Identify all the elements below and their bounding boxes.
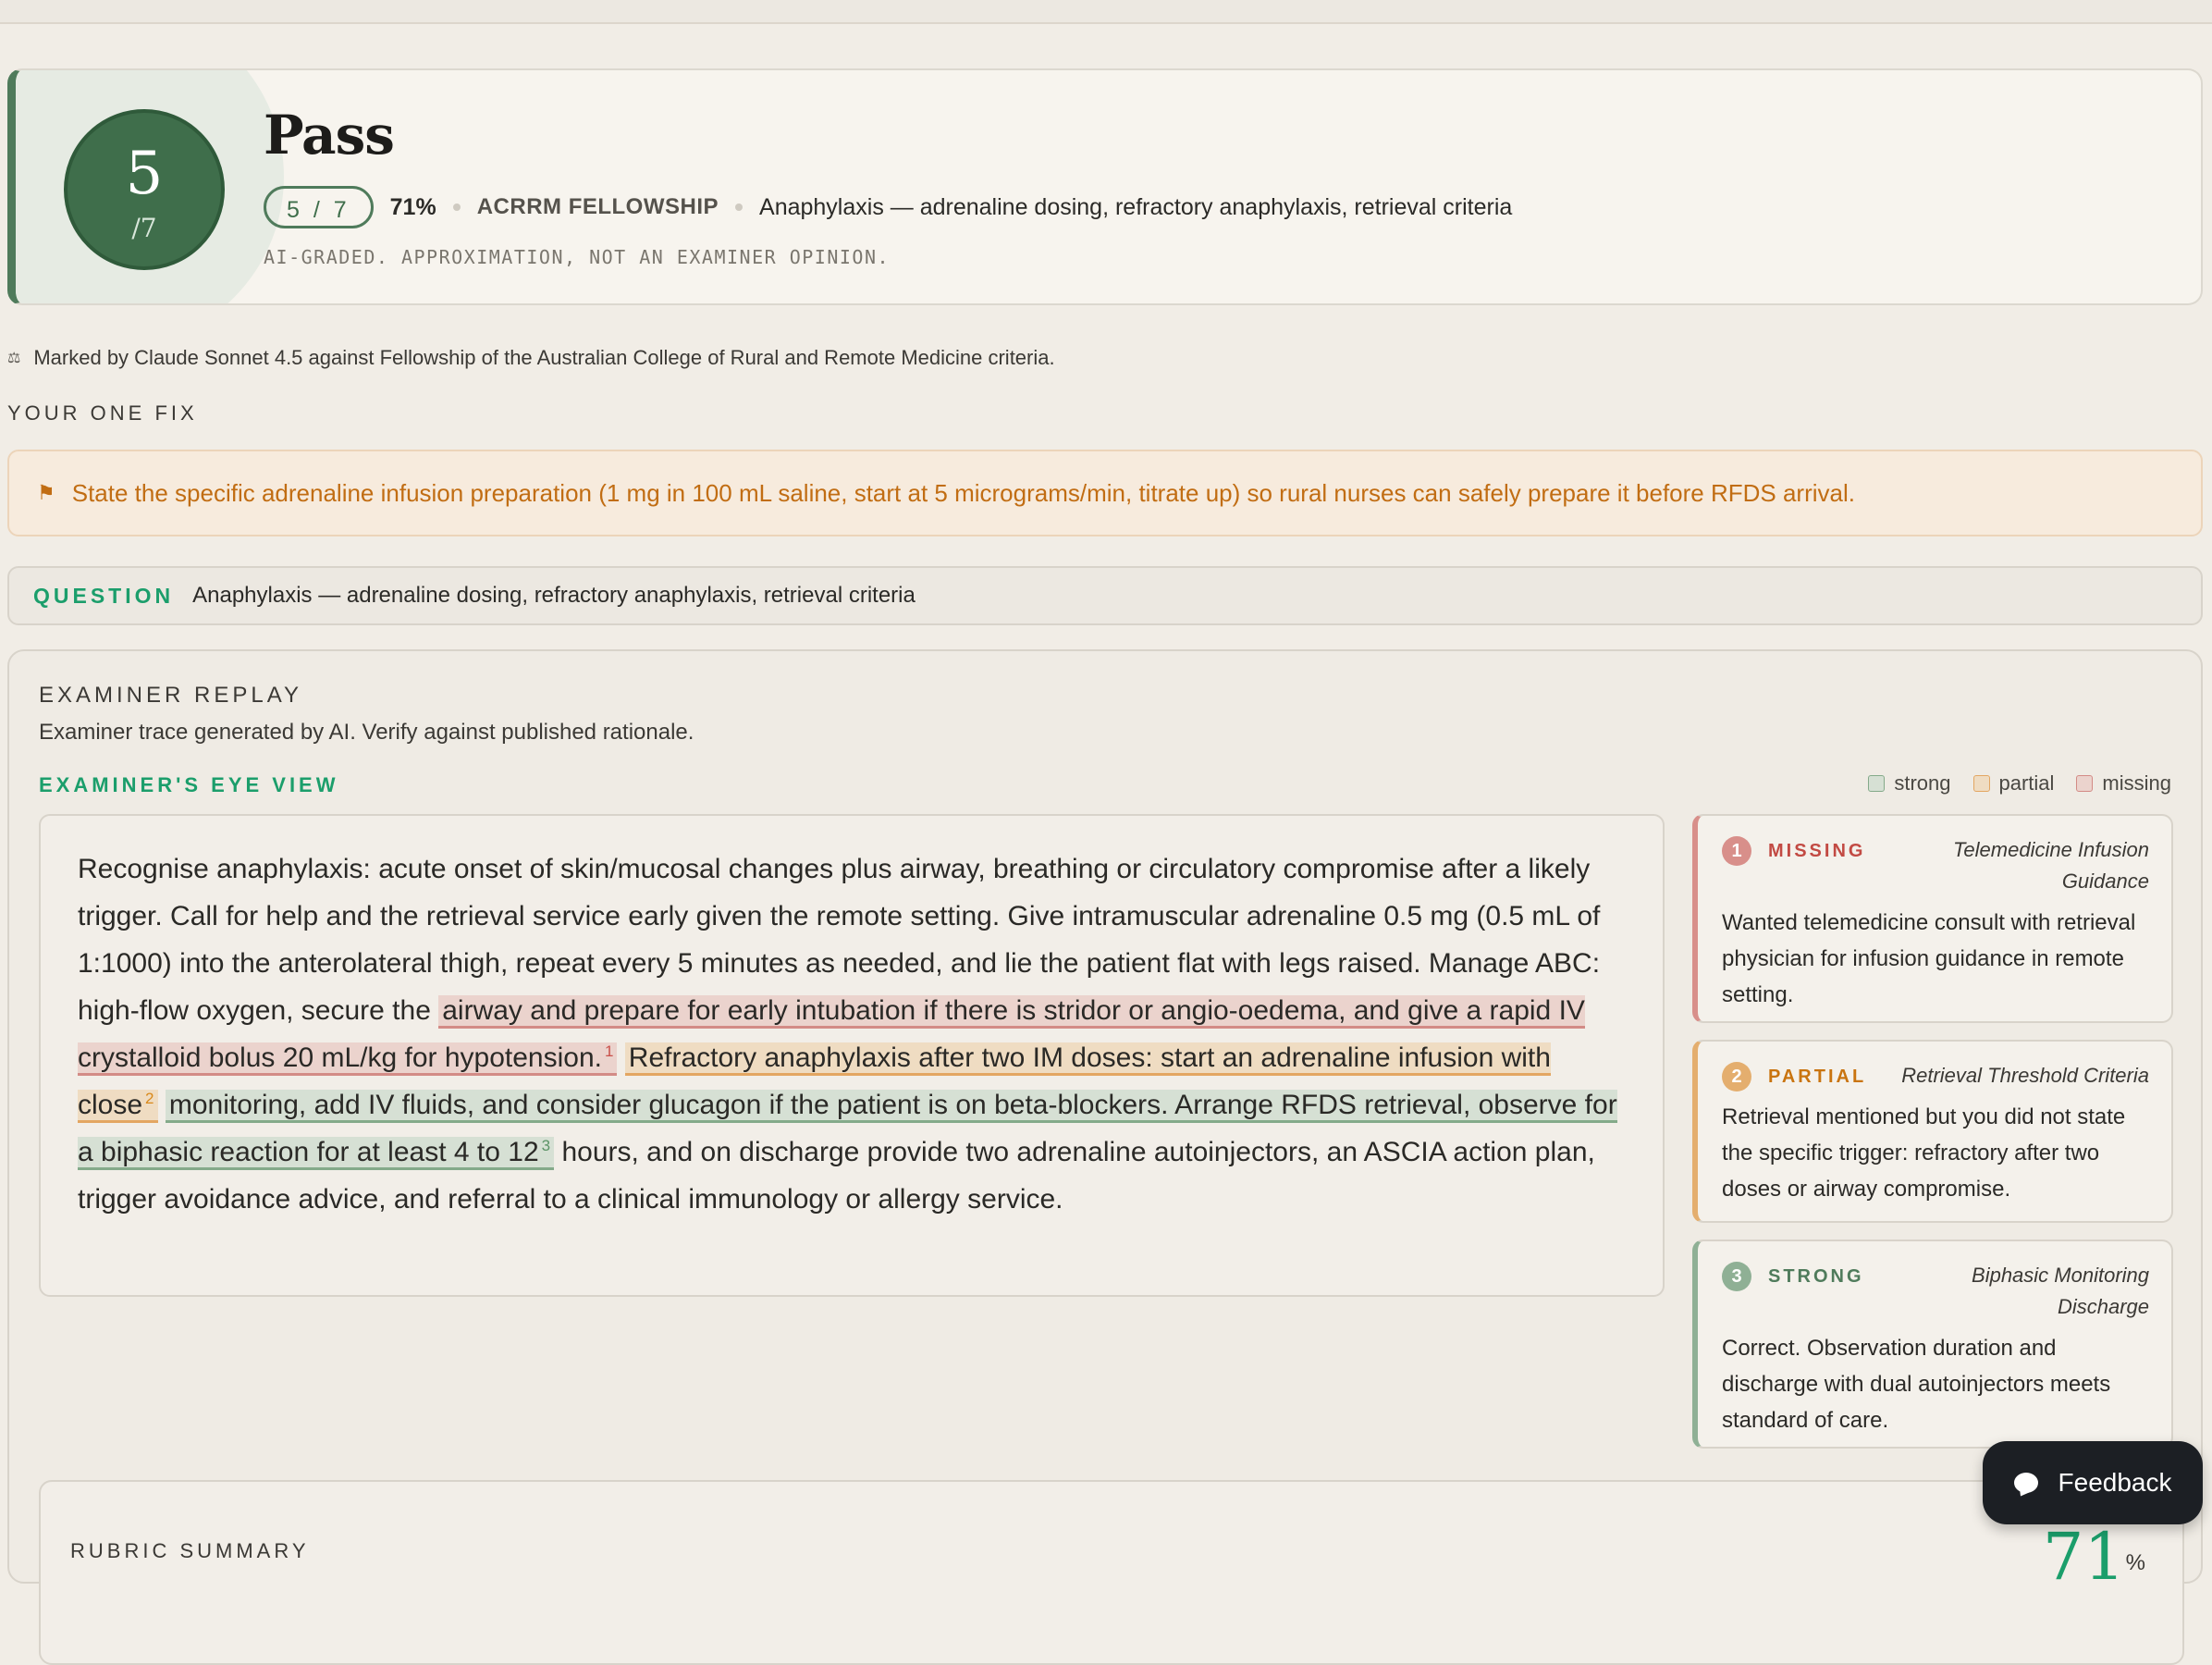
one-fix-text: State the specific adrenaline infusion p…	[71, 478, 1855, 507]
criterion-body: Correct. Observation duration and discha…	[1722, 1336, 2111, 1433]
answer-text-panel: Recognise anaphylaxis: acute onset of sk…	[39, 814, 1665, 1297]
rubric-percent: 71	[2042, 1519, 2125, 1595]
footnote-3: 3	[541, 1137, 551, 1154]
flag-icon: ⚑	[37, 481, 55, 504]
separator-dot	[735, 204, 743, 211]
criterion-card-strong[interactable]: 3 STRONG Biphasic Monitoring Discharge Co…	[1692, 1240, 2173, 1449]
top-bar	[0, 0, 2212, 24]
feedback-label: Feedback	[2058, 1468, 2172, 1497]
footnote-2: 2	[145, 1090, 154, 1107]
examiner-replay-panel: EXAMINER REPLAY Examiner trace generated…	[7, 649, 2203, 1665]
criterion-number-badge: 3	[1722, 1262, 1751, 1291]
criterion-name: Retrieval Threshold Criteria	[1901, 1064, 2149, 1087]
score-denominator: /7	[131, 213, 157, 243]
program-label: ACRRM FELLOWSHIP	[476, 194, 719, 219]
score-value: 5	[125, 140, 164, 208]
missing-swatch	[2076, 775, 2094, 792]
separator-dot	[452, 204, 461, 211]
one-fix-label: YOUR ONE FIX	[7, 401, 198, 425]
question-text: Anaphylaxis — adrenaline dosing, refract…	[192, 583, 916, 608]
marked-by-note: ⚖ Marked by Claude Sonnet 4.5 against Fe…	[7, 346, 1055, 370]
feedback-button[interactable]: Feedback	[1983, 1441, 2203, 1524]
score-card: 5 /7 Pass 5 / 7 71% ACRRM FELLOWSHIP Ana…	[7, 68, 2203, 305]
scales-icon: ⚖	[7, 351, 21, 366]
score-meta-row: 5 / 7 71% ACRRM FELLOWSHIP Anaphylaxis —…	[264, 183, 1512, 231]
score-percent: 71%	[389, 193, 436, 220]
criterion-status: PARTIAL	[1768, 1066, 1867, 1087]
legend-missing: missing	[2102, 771, 2171, 795]
eye-view-label: EXAMINER'S EYE VIEW	[39, 773, 339, 796]
rubric-summary-panel: RUBRIC SUMMARY 71 %	[39, 1480, 2184, 1665]
replay-subtitle: Examiner trace generated by AI. Verify a…	[39, 720, 694, 745]
criterion-card-partial[interactable]: 2 PARTIAL Retrieval Threshold Criteria Re…	[1692, 1040, 2173, 1223]
criterion-number-badge: 1	[1722, 836, 1751, 866]
score-circle: 5 /7	[64, 109, 225, 270]
question-box: QUESTION Anaphylaxis — adrenaline dosing…	[7, 566, 2203, 625]
partial-swatch	[1972, 775, 1990, 792]
ai-disclaimer: AI-GRADED. APPROXIMATION, NOT AN EXAMINE…	[264, 246, 891, 268]
criterion-body: Retrieval mentioned but you did not stat…	[1722, 1104, 2126, 1202]
criterion-name: Telemedicine Infusion Guidance	[1953, 838, 2149, 893]
criterion-number-badge: 2	[1722, 1062, 1751, 1092]
criterion-name: Biphasic Monitoring Discharge	[1972, 1264, 2149, 1318]
one-fix-box: ⚑ State the specific adrenaline infusion…	[7, 450, 2203, 536]
legend-strong: strong	[1894, 771, 1951, 795]
rubric-percent-sign: %	[2125, 1550, 2145, 1575]
score-pill: 5 / 7	[264, 186, 374, 228]
chat-bubble-icon	[2013, 1473, 2038, 1493]
replay-title: EXAMINER REPLAY	[39, 683, 302, 708]
criterion-card-missing[interactable]: 1 MISSING Telemedicine Infusion Guidance …	[1692, 814, 2173, 1023]
topic-label: Anaphylaxis — adrenaline dosing, refract…	[759, 193, 1513, 220]
highlight-legend: strong partial missing	[1846, 771, 2171, 796]
question-label: QUESTION	[33, 583, 175, 608]
legend-partial: partial	[1998, 771, 2055, 795]
criterion-body: Wanted telemedicine consult with retriev…	[1722, 910, 2136, 1007]
strong-swatch	[1868, 775, 1886, 792]
criterion-status: MISSING	[1768, 840, 1866, 861]
result-title: Pass	[264, 104, 395, 166]
marked-by-text: Marked by Claude Sonnet 4.5 against Fell…	[33, 346, 1055, 369]
rubric-title: RUBRIC SUMMARY	[70, 1539, 310, 1562]
criterion-status: STRONG	[1768, 1265, 1864, 1287]
footnote-1: 1	[604, 1042, 614, 1060]
